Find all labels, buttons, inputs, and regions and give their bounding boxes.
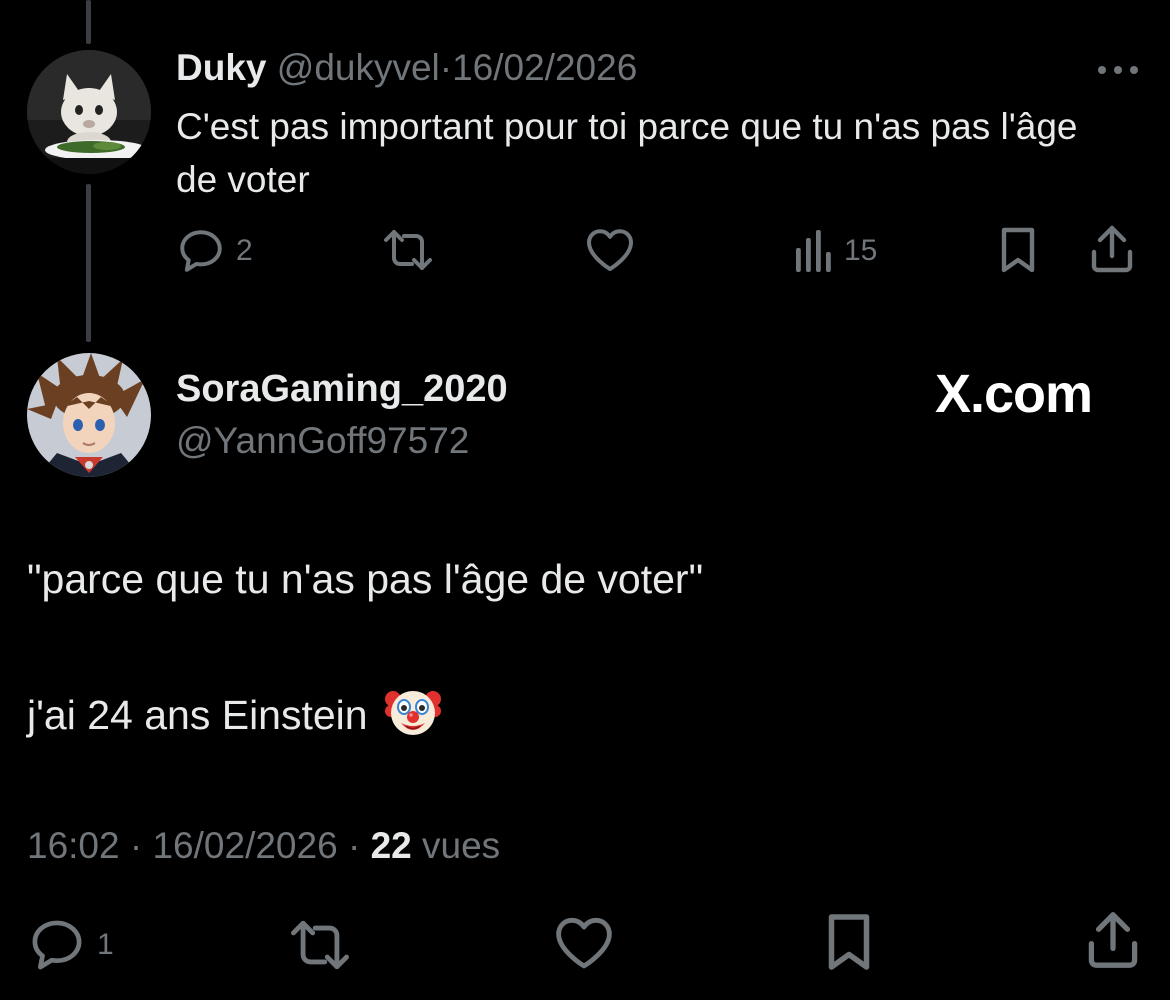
- post-text-line-2-container: j'ai 24 ans Einstein: [27, 683, 441, 743]
- views-button[interactable]: 15: [794, 230, 877, 272]
- post-time[interactable]: 16:02: [27, 825, 120, 866]
- bookmark-button[interactable]: [998, 226, 1038, 274]
- like-button[interactable]: [584, 226, 636, 274]
- author-handle[interactable]: @dukyvel: [277, 47, 440, 88]
- author-handle[interactable]: @YannGoff97572: [176, 416, 469, 466]
- like-button[interactable]: [552, 914, 616, 972]
- views-count: 15: [844, 234, 878, 267]
- comment-icon: [32, 920, 82, 970]
- meta-separator: ·: [129, 825, 143, 866]
- post-date[interactable]: 16/02/2026: [152, 825, 337, 866]
- avatar[interactable]: [27, 353, 151, 477]
- post-text-line-2: j'ai 24 ans Einstein: [27, 692, 368, 738]
- heart-icon: [587, 229, 633, 271]
- post-meta: 16:02 · 16/02/2026 · 22 vues: [27, 822, 500, 870]
- author-name[interactable]: SoraGaming_2020: [176, 364, 508, 414]
- cat-avatar-image: [27, 50, 151, 174]
- repost-icon: [384, 230, 432, 270]
- views-label: vues: [422, 825, 501, 866]
- post-text-line-1: "parce que tu n'as pas l'âge de voter": [27, 556, 704, 602]
- repost-button[interactable]: [382, 226, 434, 274]
- repost-button[interactable]: [288, 916, 352, 974]
- meta-separator: ·: [347, 825, 361, 866]
- clown-face-emoji: [385, 691, 441, 735]
- post-date[interactable]: 16/02/2026: [452, 47, 637, 88]
- bookmark-icon: [1001, 227, 1035, 273]
- share-button[interactable]: [1088, 224, 1136, 274]
- views-count: 22: [370, 825, 412, 866]
- reply-count: 1: [97, 928, 114, 961]
- analytics-icon: [796, 230, 831, 272]
- share-icon: [1091, 225, 1133, 273]
- more-options-button[interactable]: [1094, 58, 1142, 82]
- reply-count: 2: [236, 234, 253, 267]
- repost-icon: [290, 920, 349, 970]
- bookmark-icon: [828, 914, 870, 970]
- thread-connector: [86, 184, 91, 342]
- author-name[interactable]: Duky: [176, 47, 266, 88]
- share-icon: [1088, 912, 1138, 968]
- xcom-watermark: X.com: [935, 364, 1093, 424]
- post-text: C'est pas important pour toi parce que t…: [176, 106, 1078, 200]
- comment-icon: [180, 230, 222, 272]
- heart-icon: [556, 917, 612, 969]
- header-separator: ·: [439, 47, 453, 88]
- character-avatar-image: [27, 353, 151, 477]
- thread-connector-top: [86, 0, 91, 44]
- reply-header: Duky @dukyvel·16/02/2026: [176, 44, 637, 92]
- bookmark-button[interactable]: [824, 912, 874, 972]
- more-horizontal-icon: [1098, 66, 1138, 74]
- reply-button[interactable]: 1: [27, 918, 114, 972]
- avatar[interactable]: [27, 50, 151, 174]
- reply-button[interactable]: 2: [176, 228, 253, 274]
- share-button[interactable]: [1084, 910, 1142, 970]
